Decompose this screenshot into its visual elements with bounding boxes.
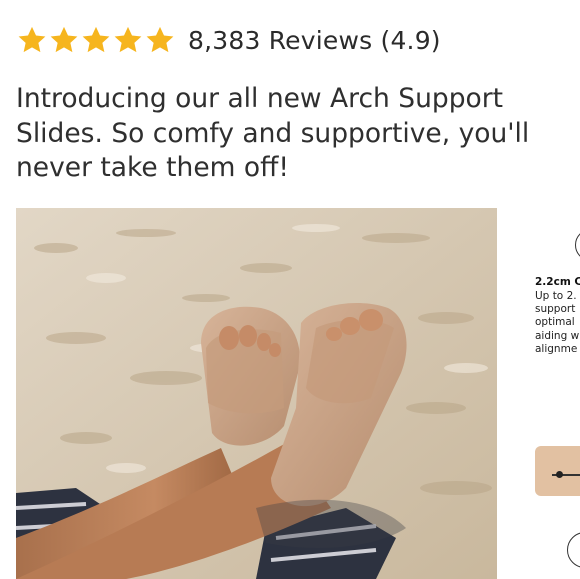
star-icon (50, 26, 78, 53)
star-icon (114, 26, 142, 53)
star-icon (82, 26, 110, 53)
circle-icon (567, 532, 580, 568)
feature-line: support (535, 303, 576, 316)
product-headline: Introducing our all new Arch Support Sli… (16, 83, 530, 184)
feature-side-panel: 2.2cm C Up to 2. support optimal aiding … (530, 208, 580, 579)
star-icon (146, 26, 174, 53)
product-page: 8,383 Reviews (4.9) Introducing our all … (0, 0, 580, 579)
feature-line: alignme (535, 342, 578, 355)
rating-row[interactable]: 8,383 Reviews (4.9) (16, 20, 441, 60)
slides-on-sand-image (16, 208, 497, 579)
feature-line: Up to 2. (535, 290, 577, 302)
reviews-count-link[interactable]: 8,383 Reviews (4.9) (188, 26, 441, 55)
star-icon (18, 26, 46, 53)
feature-line: aiding w (535, 329, 580, 342)
feature-line: optimal (535, 316, 575, 329)
star-rating (16, 25, 176, 55)
measure-dot-icon (556, 471, 563, 478)
product-photo[interactable] (16, 208, 497, 579)
feature-description: Up to 2. support optimal aiding w alignm… (535, 290, 579, 356)
circle-icon (575, 229, 580, 261)
feature-title: 2.2cm C (535, 276, 580, 288)
